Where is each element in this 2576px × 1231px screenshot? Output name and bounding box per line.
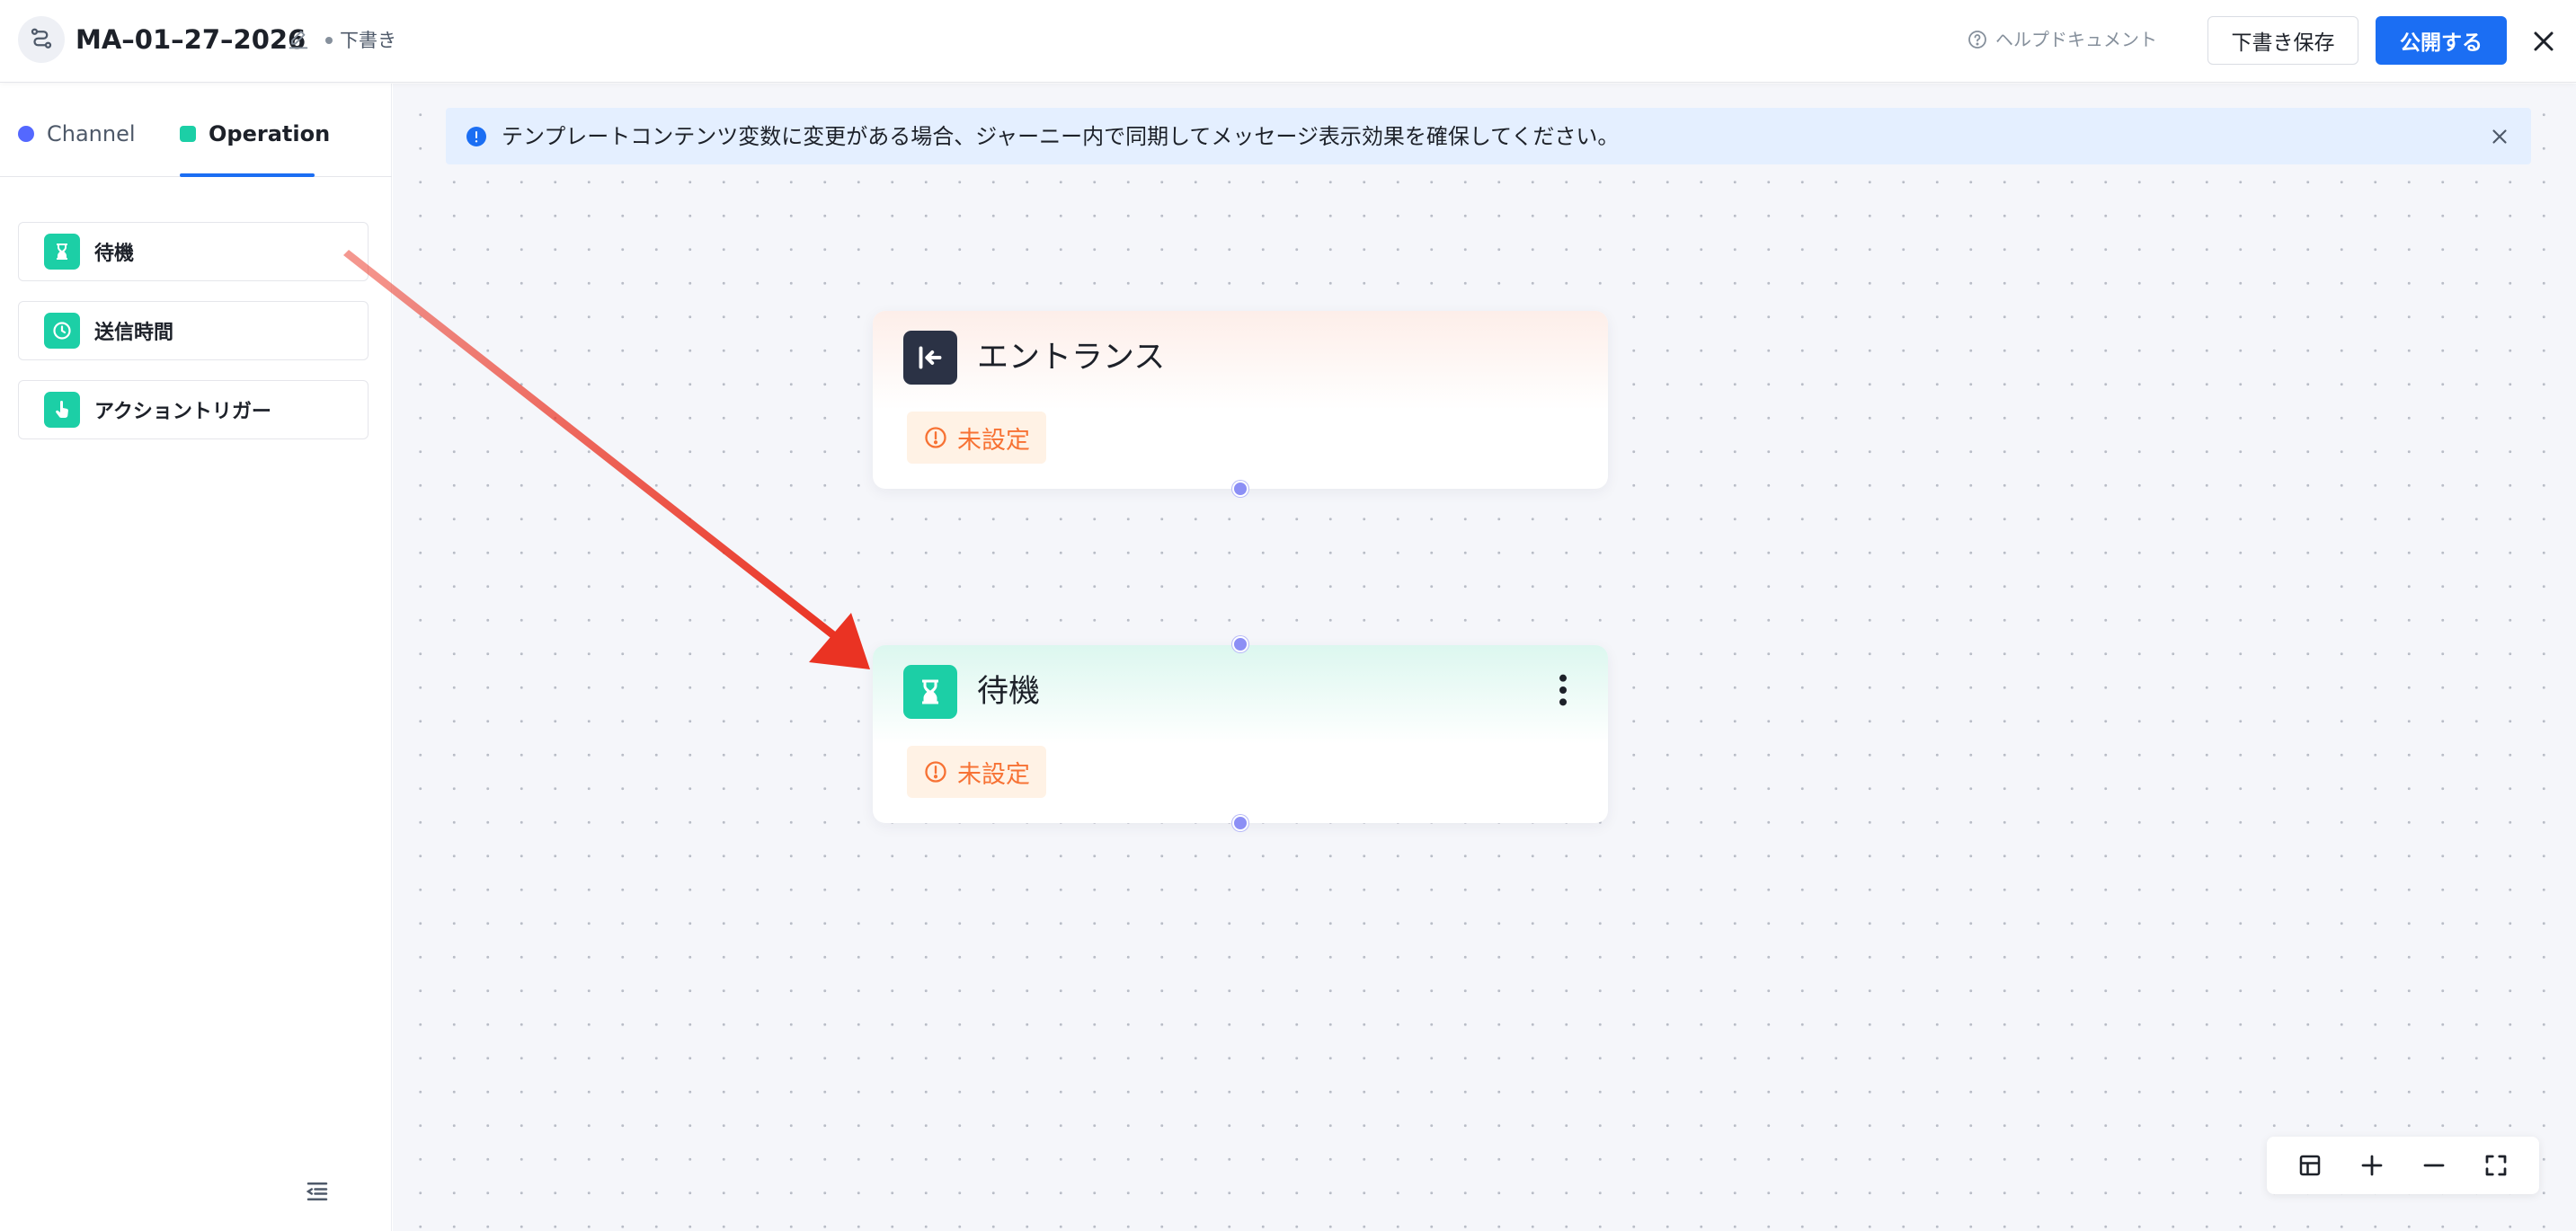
node-status-badge: 未設定 <box>907 746 1046 798</box>
hourglass-icon <box>44 234 80 270</box>
operation-item-wait[interactable]: 待機 <box>18 222 369 281</box>
canvas-controls <box>2267 1137 2539 1194</box>
operation-dot-icon <box>180 126 196 142</box>
node-status-text: 未設定 <box>957 426 1030 455</box>
info-icon <box>466 126 486 146</box>
wait-output-port[interactable] <box>1232 815 1248 831</box>
auto-layout-icon[interactable] <box>2295 1150 2325 1181</box>
more-options-icon[interactable] <box>1558 672 1568 708</box>
entrance-icon <box>903 331 957 385</box>
operation-item-label: アクショントリガー <box>94 401 271 423</box>
tab-channel[interactable]: Channel <box>18 120 136 148</box>
tab-label: Channel <box>47 121 136 146</box>
entrance-output-port[interactable] <box>1232 481 1248 497</box>
help-link[interactable]: ヘルプドキュメント <box>1967 25 2157 54</box>
zoom-out-icon[interactable] <box>2419 1150 2449 1181</box>
node-title: 待機 <box>977 674 1041 710</box>
active-tab-indicator <box>180 173 315 177</box>
status-dot <box>325 37 333 44</box>
tab-label: Operation <box>209 121 331 146</box>
entrance-node[interactable]: エントランス 未設定 <box>873 311 1608 489</box>
edit-icon[interactable] <box>286 27 311 52</box>
hourglass-icon <box>903 665 957 719</box>
publish-button[interactable]: 公開する <box>2376 16 2507 65</box>
notice-banner: テンプレートコンテンツ変数に変更がある場合、ジャーニー内で同期してメッセージ表示… <box>446 108 2531 164</box>
sidebar-tabs: Channel Operation <box>0 84 392 177</box>
sidebar: Channel Operation 待機 送信時間 アクショントリガー <box>0 84 392 1231</box>
help-label: ヘルプドキュメント <box>1995 29 2157 50</box>
save-draft-button[interactable]: 下書き保存 <box>2207 16 2358 65</box>
wait-input-port[interactable] <box>1232 636 1248 652</box>
clock-icon <box>44 313 80 349</box>
notice-text: テンプレートコンテンツ変数に変更がある場合、ジャーニー内で同期してメッセージ表示… <box>502 123 1620 149</box>
operation-item-label: 待機 <box>94 243 135 265</box>
top-header: MA–01–27–2026 下書き ヘルプドキュメント 下書き保存 公開する <box>0 0 2576 83</box>
zoom-in-icon[interactable] <box>2357 1150 2387 1181</box>
tab-operation[interactable]: Operation <box>180 120 330 148</box>
operation-item-send-time[interactable]: 送信時間 <box>18 301 369 360</box>
wait-node[interactable]: 待機 未設定 <box>873 645 1608 823</box>
close-notice-icon[interactable] <box>2488 125 2511 148</box>
node-title: エントランス <box>977 340 1166 376</box>
fullscreen-icon[interactable] <box>2481 1150 2511 1181</box>
journey-title: MA–01–27–2026 <box>76 24 306 55</box>
warning-circle-icon <box>925 427 946 448</box>
warning-circle-icon <box>925 761 946 783</box>
operation-item-label: 送信時間 <box>94 322 174 344</box>
node-status-badge: 未設定 <box>907 412 1046 464</box>
channel-dot-icon <box>18 126 34 142</box>
status-label: 下書き <box>340 30 396 51</box>
operation-item-action-trigger[interactable]: アクショントリガー <box>18 380 369 439</box>
close-icon[interactable] <box>2527 25 2560 58</box>
help-circle-icon <box>1968 31 1986 49</box>
hand-pointer-icon <box>44 392 80 428</box>
node-status-text: 未設定 <box>957 760 1030 789</box>
journey-icon[interactable] <box>18 16 65 63</box>
collapse-sidebar-icon[interactable] <box>304 1178 331 1205</box>
